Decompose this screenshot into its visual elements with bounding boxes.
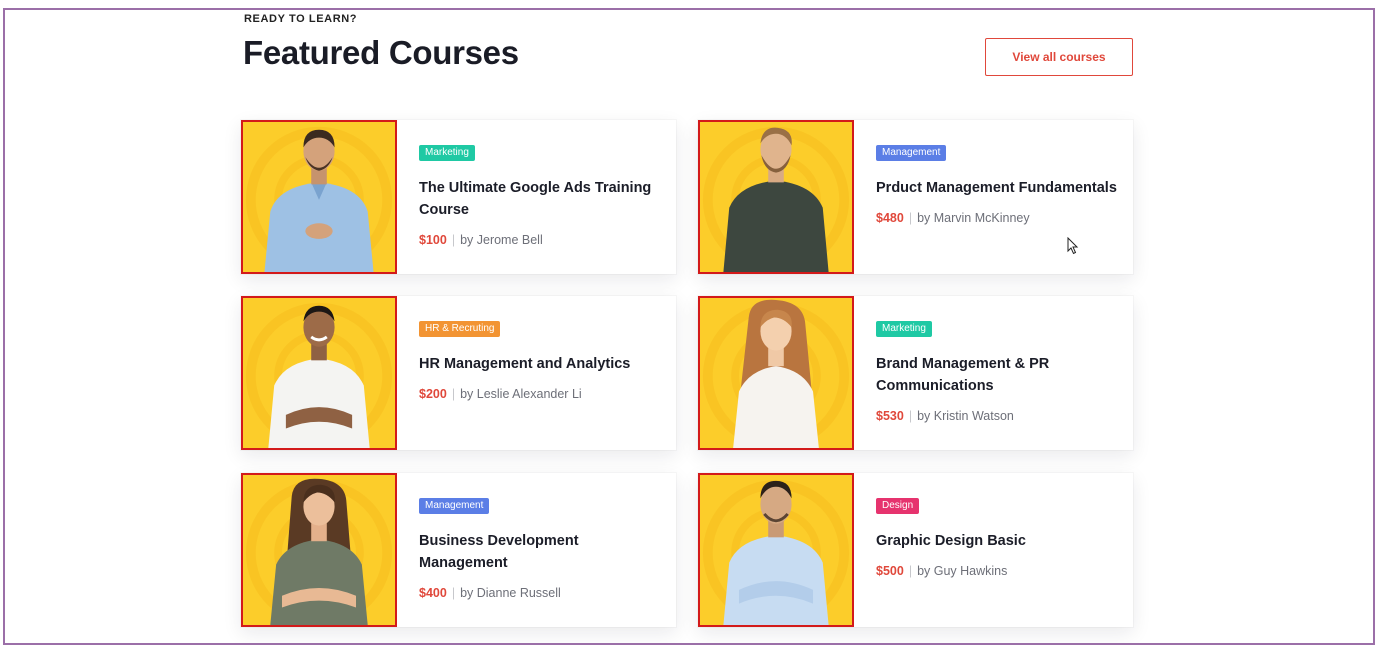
course-author: by Marvin McKinney (917, 211, 1030, 225)
course-price: $100 (419, 233, 447, 247)
course-meta: $200 | by Leslie Alexander Li (419, 387, 664, 401)
category-tag[interactable]: Marketing (419, 145, 475, 161)
course-meta: $480 | by Marvin McKinney (876, 211, 1121, 225)
course-thumbnail[interactable] (698, 120, 854, 274)
course-info: HR & Recruting HR Management and Analyti… (419, 318, 664, 401)
course-price: $200 (419, 387, 447, 401)
course-meta: $100 | by Jerome Bell (419, 233, 664, 247)
course-title[interactable]: The Ultimate Google Ads Training Course (419, 177, 664, 221)
instructor-photo (245, 302, 393, 448)
course-card[interactable]: HR & Recruting HR Management and Analyti… (241, 296, 676, 450)
course-title[interactable]: Brand Management & PR Communications (876, 353, 1121, 397)
course-card[interactable]: Marketing Brand Management & PR Communic… (698, 296, 1133, 450)
instructor-photo (702, 126, 850, 272)
course-info: Marketing The Ultimate Google Ads Traini… (419, 142, 664, 247)
category-tag[interactable]: Marketing (876, 321, 932, 337)
course-author: by Kristin Watson (917, 409, 1014, 423)
course-title[interactable]: Graphic Design Basic (876, 530, 1121, 552)
course-author: by Leslie Alexander Li (460, 387, 582, 401)
category-tag[interactable]: Design (876, 498, 920, 514)
course-thumbnail[interactable] (698, 473, 854, 627)
course-info: Marketing Brand Management & PR Communic… (876, 318, 1121, 423)
meta-separator: | (908, 564, 913, 578)
page-frame: READY TO LEARN? Featured Courses View al… (3, 8, 1375, 645)
course-meta: $500 | by Guy Hawkins (876, 564, 1121, 578)
course-card[interactable]: Management Business Development Manageme… (241, 473, 676, 627)
mouse-pointer-icon (1067, 237, 1079, 255)
course-title[interactable]: Prduct Management Fundamentals (876, 177, 1121, 199)
course-info: Management Prduct Management Fundamental… (876, 142, 1121, 225)
course-title[interactable]: Business Development Management (419, 530, 664, 574)
course-title[interactable]: HR Management and Analytics (419, 353, 664, 375)
meta-separator: | (908, 409, 913, 423)
instructor-photo (702, 479, 850, 625)
course-meta: $530 | by Kristin Watson (876, 409, 1121, 423)
course-price: $400 (419, 586, 447, 600)
meta-separator: | (451, 586, 456, 600)
course-thumbnail[interactable] (241, 473, 397, 627)
course-author: by Dianne Russell (460, 586, 561, 600)
view-all-courses-button[interactable]: View all courses (985, 38, 1133, 76)
category-tag[interactable]: Management (876, 145, 947, 161)
course-thumbnail[interactable] (241, 120, 397, 274)
meta-separator: | (908, 211, 913, 225)
category-tag[interactable]: Management (419, 498, 490, 514)
course-price: $480 (876, 211, 904, 225)
instructor-photo (702, 299, 850, 448)
course-author: by Guy Hawkins (917, 564, 1008, 578)
course-price: $530 (876, 409, 904, 423)
course-card[interactable]: Design Graphic Design Basic $500 | by Guy … (698, 473, 1133, 627)
instructor-photo (245, 126, 393, 272)
section-eyebrow: READY TO LEARN? (244, 13, 358, 25)
meta-separator: | (451, 387, 456, 401)
course-card[interactable]: Marketing The Ultimate Google Ads Traini… (241, 120, 676, 274)
course-thumbnail[interactable] (698, 296, 854, 450)
course-price: $500 (876, 564, 904, 578)
page-title: Featured Courses (243, 34, 519, 71)
category-tag[interactable]: HR & Recruting (419, 321, 501, 337)
course-thumbnail[interactable] (241, 296, 397, 450)
course-meta: $400 | by Dianne Russell (419, 586, 664, 600)
instructor-photo (245, 478, 393, 625)
course-info: Design Graphic Design Basic $500 | by Guy … (876, 495, 1121, 578)
course-info: Management Business Development Manageme… (419, 495, 664, 600)
meta-separator: | (451, 233, 456, 247)
course-author: by Jerome Bell (460, 233, 543, 247)
